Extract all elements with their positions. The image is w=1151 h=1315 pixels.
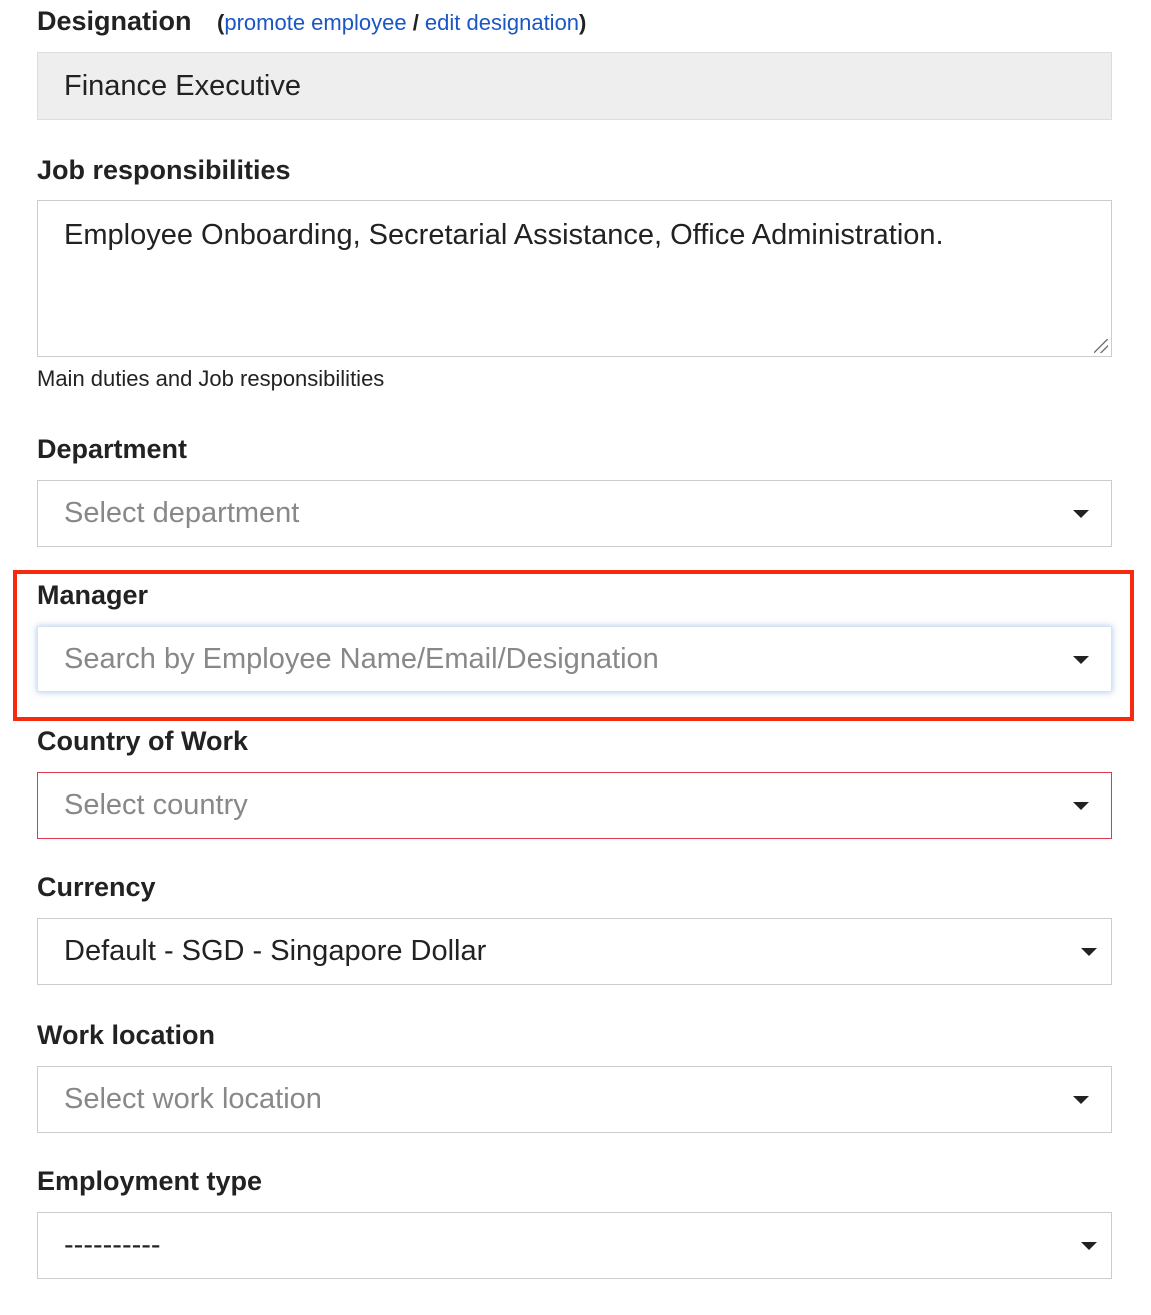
caret-down-icon xyxy=(1073,1096,1089,1104)
manager-placeholder: Search by Employee Name/Email/Designatio… xyxy=(64,643,659,675)
manager-label: Manager xyxy=(37,580,149,610)
job-responsibilities-value: Employee Onboarding, Secretarial Assista… xyxy=(64,219,944,251)
currency-label: Currency xyxy=(37,872,156,902)
manager-search-select[interactable]: Search by Employee Name/Email/Designatio… xyxy=(37,626,1112,692)
designation-label: Designation (promote employee / edit des… xyxy=(37,4,586,40)
designation-label-text: Designation xyxy=(37,6,192,36)
work-location-select[interactable]: Select work location xyxy=(37,1066,1112,1133)
department-select[interactable]: Select department xyxy=(37,480,1112,547)
department-label: Department xyxy=(37,434,188,464)
job-responsibilities-label: Job responsibilities xyxy=(37,155,291,185)
country-placeholder: Select country xyxy=(64,789,248,821)
caret-down-icon xyxy=(1073,802,1089,810)
job-responsibilities-textarea[interactable]: Employee Onboarding, Secretarial Assista… xyxy=(37,200,1112,357)
work-location-placeholder: Select work location xyxy=(64,1083,322,1115)
employment-type-value: ---------- xyxy=(64,1229,161,1261)
caret-down-icon xyxy=(1081,1242,1097,1250)
link-separator: / xyxy=(406,10,425,35)
designation-links: (promote employee / edit designation) xyxy=(217,10,586,35)
job-responsibilities-help-text: Main duties and Job responsibilities xyxy=(37,366,385,391)
resize-grip-icon[interactable] xyxy=(1094,339,1108,353)
work-location-label: Work location xyxy=(37,1020,216,1050)
close-paren: ) xyxy=(579,10,587,35)
caret-down-icon xyxy=(1073,510,1089,518)
promote-employee-link[interactable]: promote employee xyxy=(224,10,406,35)
designation-value: Finance Executive xyxy=(64,70,301,102)
currency-value: Default - SGD - Singapore Dollar xyxy=(64,935,487,967)
designation-field: Finance Executive xyxy=(37,52,1112,120)
caret-down-icon xyxy=(1073,656,1089,664)
employment-type-label: Employment type xyxy=(37,1166,263,1196)
country-select[interactable]: Select country xyxy=(37,772,1112,839)
employment-type-select[interactable]: ---------- xyxy=(37,1212,1112,1279)
department-placeholder: Select department xyxy=(64,497,300,529)
caret-down-icon xyxy=(1081,948,1097,956)
edit-designation-link[interactable]: edit designation xyxy=(425,10,579,35)
currency-select[interactable]: Default - SGD - Singapore Dollar xyxy=(37,918,1112,985)
country-of-work-label: Country of Work xyxy=(37,726,248,756)
